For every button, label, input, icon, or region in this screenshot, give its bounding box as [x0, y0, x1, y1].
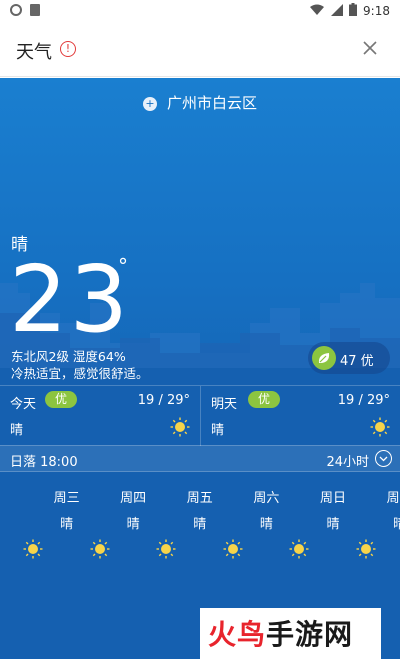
chevron-down-icon[interactable]: [375, 450, 392, 467]
forecast-condition: 晴: [193, 517, 207, 532]
forecast-condition: 晴: [60, 517, 74, 532]
info-alert-icon[interactable]: !: [60, 41, 76, 57]
comfort-text: 冷热适宜，感觉很舒适。: [11, 366, 149, 381]
forecast-condition: 晴: [259, 517, 273, 532]
sd-card-icon: [30, 4, 40, 16]
forecast-day-name: 周四: [120, 491, 147, 506]
location-icon: +: [142, 97, 157, 111]
forecast-day-name: 周日: [319, 491, 346, 506]
signal-icon: [331, 3, 344, 19]
location-name: 广州市白云区: [166, 94, 257, 112]
today-card[interactable]: 今天 优 19 / 29° 晴: [0, 386, 200, 446]
sunset-bar: 日落 18:00 24小时: [0, 445, 400, 472]
tomorrow-card[interactable]: 明天 优 19 / 29° 晴: [200, 386, 400, 446]
sunset-time: 日落 18:00: [10, 455, 78, 470]
temp-range: 19 / 29°: [337, 393, 390, 408]
close-button[interactable]: [358, 36, 382, 60]
day-name: 明天: [211, 397, 238, 412]
weather-panel: + 广州市白云区 晴 23 ° 东北风2级 湿度64% 冷热适宜，感觉很舒适。 4…: [0, 78, 400, 659]
sun-icon: [223, 539, 243, 563]
two-day-summary: 今天 优 19 / 29° 晴 明天 优 19 / 29° 晴: [0, 385, 400, 446]
status-bar: 9:18: [0, 0, 400, 24]
hourly-toggle-label[interactable]: 24小时: [326, 451, 369, 470]
status-time: 9:18: [363, 4, 390, 18]
battery-icon: [349, 3, 358, 19]
forecast-condition: 晴: [393, 517, 400, 532]
leaf-icon: [312, 346, 336, 370]
sun-icon: [90, 539, 110, 563]
wifi-icon: [309, 4, 325, 19]
sun-icon: [23, 539, 43, 563]
sun-icon: [370, 417, 390, 441]
day-condition: 晴: [10, 423, 24, 438]
temp-range: 19 / 29°: [137, 393, 190, 408]
app-header: 天气 !: [0, 24, 400, 77]
day-condition: 晴: [211, 423, 225, 438]
sun-icon: [170, 417, 190, 441]
forecast-day-name: 周一: [386, 491, 400, 506]
quality-badge: 优: [45, 391, 77, 408]
page-title: 天气: [16, 42, 52, 63]
weekly-forecast: 周三 晴 周四 晴 周五 晴 周六 晴 周日 晴 周一 晴: [0, 473, 400, 573]
sun-icon: [156, 539, 176, 563]
aqi-value: 47 优: [340, 354, 374, 369]
current-temperature: 23: [9, 246, 131, 353]
forecast-condition: 晴: [326, 517, 340, 532]
quality-badge: 优: [248, 391, 280, 408]
sun-icon: [356, 539, 376, 563]
watermark-logo: 火鸟手游网: [200, 608, 381, 659]
forecast-day-name: 周六: [253, 491, 280, 506]
notification-icon: [10, 4, 22, 16]
degree-symbol: °: [118, 254, 128, 278]
watermark-text: 火鸟手游网: [208, 618, 354, 651]
sun-icon: [289, 539, 309, 563]
forecast-day-name: 周五: [186, 491, 213, 506]
forecast-condition: 晴: [126, 517, 140, 532]
forecast-day-name: 周三: [53, 491, 80, 506]
location-header[interactable]: + 广州市白云区: [0, 92, 400, 113]
day-name: 今天: [10, 397, 37, 412]
aqi-badge[interactable]: 47 优: [308, 342, 390, 374]
close-icon: [363, 41, 377, 55]
